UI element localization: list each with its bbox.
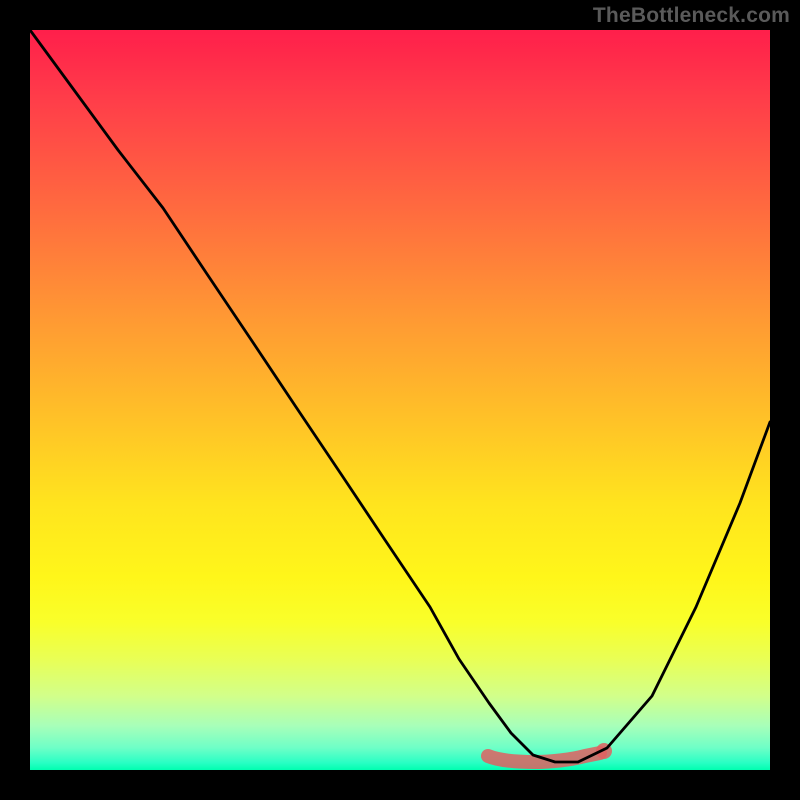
chart-frame: TheBottleneck.com: [0, 0, 800, 800]
bottleneck-curve-path: [30, 30, 770, 762]
plot-area: [30, 30, 770, 770]
watermark-text: TheBottleneck.com: [593, 4, 790, 28]
curve-layer: [30, 30, 770, 770]
